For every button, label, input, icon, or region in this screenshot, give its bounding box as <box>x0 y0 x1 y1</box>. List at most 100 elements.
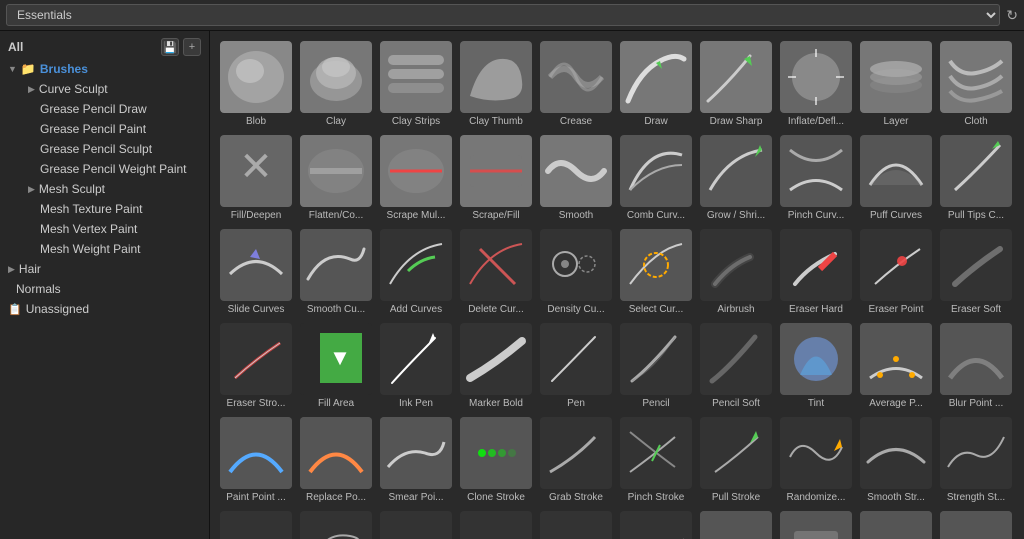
brush-card-cloth[interactable]: Cloth <box>936 37 1016 131</box>
brush-label-blur-point: Blur Point ... <box>938 398 1014 409</box>
brush-card-average-p2[interactable]: Average P... <box>376 507 456 539</box>
brush-card-density-cu[interactable]: Density Cu... <box>536 225 616 319</box>
brush-content-area: BlobClayClay StripsClay ThumbCreaseDrawD… <box>210 31 1024 539</box>
brush-card-average-p[interactable]: Average P... <box>856 319 936 413</box>
brush-card-pull-stroke[interactable]: Pull Stroke <box>696 413 776 507</box>
brush-label-crease: Crease <box>538 116 614 127</box>
brush-card-thickness[interactable]: Thickness ... <box>216 507 296 539</box>
brush-card-pencil[interactable]: Pencil <box>616 319 696 413</box>
brush-card-paint-point2[interactable]: Paint Point ... <box>536 507 616 539</box>
brush-label-pen: Pen <box>538 398 614 409</box>
brush-card-airbrush[interactable]: Airbrush <box>696 225 776 319</box>
brush-card-blur-texture[interactable]: Blur Texture <box>696 507 776 539</box>
brush-card-twist-stroke[interactable]: Twist Stroke <box>296 507 376 539</box>
brush-card-select-cur[interactable]: Select Cur... <box>616 225 696 319</box>
brush-card-mask-text[interactable]: Mask Text... <box>936 507 1016 539</box>
brush-card-clay-thumb[interactable]: Clay Thumb <box>456 37 536 131</box>
brush-card-grow-shri[interactable]: Grow / Shri... <box>696 131 776 225</box>
refresh-icon[interactable]: ↻ <box>1006 7 1018 24</box>
sidebar-item-curve-sculpt[interactable]: ▶ Curve Sculpt <box>0 79 209 99</box>
save-icon-btn[interactable]: 💾 <box>161 38 179 56</box>
brush-card-draw[interactable]: Draw <box>616 37 696 131</box>
brush-card-pen[interactable]: Pen <box>536 319 616 413</box>
brush-card-crease[interactable]: Crease <box>536 37 616 131</box>
brush-card-slide-curves[interactable]: Slide Curves <box>216 225 296 319</box>
brush-thumbnail-marker-bold <box>460 323 532 395</box>
brush-card-puff-curves[interactable]: Puff Curves <box>856 131 936 225</box>
brush-card-inflate-defl[interactable]: Inflate/Defl... <box>776 37 856 131</box>
brush-card-eraser-point[interactable]: Eraser Point <box>856 225 936 319</box>
brush-card-draw-sharp[interactable]: Draw Sharp <box>696 37 776 131</box>
brush-card-clone-stroke[interactable]: Clone Stroke <box>456 413 536 507</box>
brush-card-clone-text[interactable]: AClone Text... <box>776 507 856 539</box>
brush-label-strength-st: Strength St... <box>938 492 1014 503</box>
brush-thumbnail-blob <box>220 41 292 113</box>
brush-card-scrape-mul[interactable]: Scrape Mul... <box>376 131 456 225</box>
sidebar-item-grease-pencil-paint[interactable]: Grease Pencil Paint <box>0 119 209 139</box>
brush-card-eraser-hard[interactable]: Eraser Hard <box>776 225 856 319</box>
brush-card-blur-point[interactable]: Blur Point ... <box>936 319 1016 413</box>
brush-card-replace-po[interactable]: Replace Po... <box>296 413 376 507</box>
sidebar-item-grease-pencil-sculpt[interactable]: Grease Pencil Sculpt <box>0 139 209 159</box>
brush-thumbnail-pull-tips-c <box>940 135 1012 207</box>
brush-card-pull-tips-c[interactable]: Pull Tips C... <box>936 131 1016 225</box>
brush-label-select-cur: Select Cur... <box>618 304 694 315</box>
sidebar-item-normals[interactable]: Normals <box>0 279 209 299</box>
sidebar-section-brushes[interactable]: ▼ 📁 Brushes <box>0 59 209 79</box>
brush-card-paint-point[interactable]: Paint Point ... <box>216 413 296 507</box>
sidebar-section-hair[interactable]: ▶ Hair <box>0 259 209 279</box>
brush-card-blur-point2[interactable]: Blur Point ... <box>456 507 536 539</box>
sidebar-item-mesh-sculpt[interactable]: ▶ Mesh Sculpt <box>0 179 209 199</box>
brush-card-layer[interactable]: Layer <box>856 37 936 131</box>
brush-label-smooth-str: Smooth Str... <box>858 492 934 503</box>
brush-grid: BlobClayClay StripsClay ThumbCreaseDrawD… <box>216 37 1018 539</box>
gp-draw-label: Grease Pencil Draw <box>40 102 147 116</box>
brush-thumbnail-blur-texture <box>700 511 772 539</box>
brush-card-flatten-co[interactable]: Flatten/Co... <box>296 131 376 225</box>
sidebar-item-mesh-texture[interactable]: Mesh Texture Paint <box>0 199 209 219</box>
brush-card-smooth[interactable]: Smooth <box>536 131 616 225</box>
brush-card-smooth-str[interactable]: Smooth Str... <box>856 413 936 507</box>
brush-card-smooth-cu[interactable]: Smooth Cu... <box>296 225 376 319</box>
brush-thumbnail-draw <box>620 41 692 113</box>
sidebar-item-unassigned[interactable]: 📋 Unassigned <box>0 299 209 319</box>
brush-label-delete-cur: Delete Cur... <box>458 304 534 315</box>
essentials-dropdown[interactable]: Essentials 2D Animation Sculpting VFX Vi… <box>6 4 1000 26</box>
brush-card-add-curves[interactable]: Add Curves <box>376 225 456 319</box>
mesh-vertex-label: Mesh Vertex Paint <box>40 222 137 236</box>
brush-card-fill-area[interactable]: ▼Fill Area <box>296 319 376 413</box>
brush-card-comb-curv[interactable]: Comb Curv... <box>616 131 696 225</box>
brush-card-grab-stroke[interactable]: Grab Stroke <box>536 413 616 507</box>
brush-label-randomize: Randomize... <box>778 492 854 503</box>
sidebar-item-grease-pencil-weight[interactable]: Grease Pencil Weight Paint <box>0 159 209 179</box>
brush-thumbnail-twist-stroke <box>300 511 372 539</box>
brush-card-blob[interactable]: Blob <box>216 37 296 131</box>
brush-card-smear-poi2[interactable]: Smear Poi... <box>616 507 696 539</box>
brush-card-randomize[interactable]: Randomize... <box>776 413 856 507</box>
brush-label-airbrush: Airbrush <box>698 304 774 315</box>
brush-card-delete-cur[interactable]: Delete Cur... <box>456 225 536 319</box>
brush-card-pinch-curv[interactable]: Pinch Curv... <box>776 131 856 225</box>
sidebar-item-mesh-vertex[interactable]: Mesh Vertex Paint <box>0 219 209 239</box>
brush-card-ink-pen[interactable]: Ink Pen <box>376 319 456 413</box>
brush-card-pinch-stroke[interactable]: Pinch Stroke <box>616 413 696 507</box>
brush-label-eraser-point: Eraser Point <box>858 304 934 315</box>
brush-thumbnail-fill-deepen: ✕ <box>220 135 292 207</box>
brush-card-marker-bold[interactable]: Marker Bold <box>456 319 536 413</box>
brush-card-clay-strips[interactable]: Clay Strips <box>376 37 456 131</box>
sidebar-item-mesh-weight[interactable]: Mesh Weight Paint <box>0 239 209 259</box>
brush-card-clay[interactable]: Clay <box>296 37 376 131</box>
brush-label-fill-area: Fill Area <box>298 398 374 409</box>
brush-card-fill-texture[interactable]: Fill Texture <box>856 507 936 539</box>
brush-card-fill-deepen[interactable]: ✕Fill/Deepen <box>216 131 296 225</box>
sidebar-item-grease-pencil-draw[interactable]: Grease Pencil Draw <box>0 99 209 119</box>
add-icon-btn[interactable]: + <box>183 38 201 56</box>
brush-card-eraser-stro[interactable]: Eraser Stro... <box>216 319 296 413</box>
brush-card-scrape-fill[interactable]: Scrape/Fill <box>456 131 536 225</box>
brush-thumbnail-draw-sharp <box>700 41 772 113</box>
brush-card-eraser-soft[interactable]: Eraser Soft <box>936 225 1016 319</box>
brush-card-strength-st[interactable]: Strength St... <box>936 413 1016 507</box>
brush-card-pencil-soft[interactable]: Pencil Soft <box>696 319 776 413</box>
brush-card-tint[interactable]: Tint <box>776 319 856 413</box>
brush-card-smear-poi[interactable]: Smear Poi... <box>376 413 456 507</box>
